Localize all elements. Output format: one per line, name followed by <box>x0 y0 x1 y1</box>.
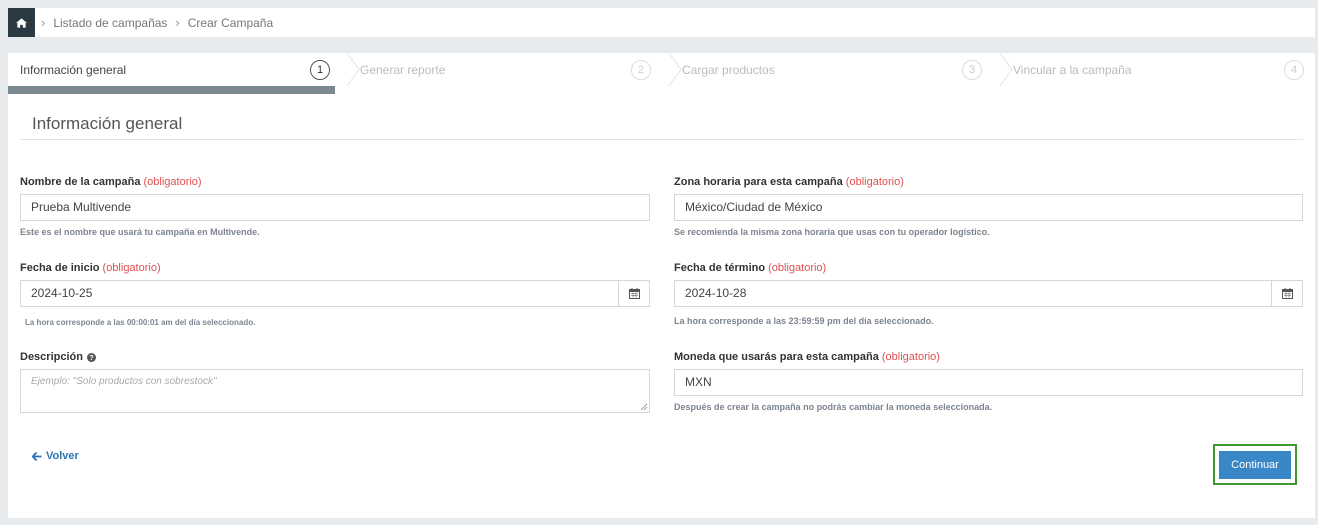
description-placeholder: Ejemplo: "Solo productos con sobrestock" <box>31 376 217 387</box>
breadcrumb: › Listado de campañas › Crear Campaña <box>8 8 1315 37</box>
step-number: 1 <box>310 60 330 80</box>
continue-button[interactable]: Continuar <box>1219 450 1291 479</box>
end-date-help: La hora corresponde a las 23:59:59 pm de… <box>674 316 934 326</box>
currency-label: Moneda que usarás para esta campaña (obl… <box>674 351 940 363</box>
step-label: Información general <box>20 62 127 77</box>
back-link[interactable]: Volver <box>32 450 79 462</box>
campaign-name-label-text: Nombre de la campaña <box>20 176 141 188</box>
resize-grip-icon[interactable] <box>640 403 648 411</box>
description-label-text: Descripción <box>20 351 83 363</box>
required-indicator: (obligatorio) <box>102 262 161 274</box>
continue-highlight: Continuar <box>1213 444 1297 485</box>
step-number: 3 <box>962 60 982 80</box>
step-number: 2 <box>631 60 651 80</box>
svg-text:?: ? <box>89 353 93 362</box>
description-label: Descripción ? <box>20 351 96 363</box>
currency-select[interactable]: MXN <box>674 369 1303 396</box>
currency-help: Después de crear la campaña no podrás ca… <box>674 402 993 412</box>
campaign-name-help: Este es el nombre que usará tu campaña e… <box>20 227 260 237</box>
divider <box>20 139 1303 140</box>
currency-label-text: Moneda que usarás para esta campaña <box>674 351 879 363</box>
arrow-left-icon <box>32 451 42 461</box>
form-panel: Información general Nombre de la campaña… <box>8 94 1315 518</box>
back-label: Volver <box>46 450 79 462</box>
calendar-icon <box>628 288 640 299</box>
campaign-name-input[interactable]: Prueba Multivende <box>20 194 650 221</box>
wizard-steps: Información general 1 Generar reporte 2 … <box>8 53 1315 86</box>
step-link-campaign[interactable]: Vincular a la campaña 4 <box>988 53 1315 86</box>
end-date-picker[interactable]: 2024-10-28 <box>674 280 1303 307</box>
timezone-select[interactable]: México/Ciudad de México <box>674 194 1303 221</box>
chevron-right-icon: › <box>41 15 46 30</box>
required-indicator: (obligatorio) <box>881 351 940 363</box>
breadcrumb-item-campaign-list[interactable]: Listado de campañas <box>53 16 167 30</box>
required-indicator: (obligatorio) <box>143 176 202 188</box>
chevron-right-icon: › <box>175 15 180 30</box>
end-date-label: Fecha de término (obligatorio) <box>674 262 826 274</box>
calendar-icon <box>1281 288 1293 299</box>
start-date-input[interactable]: 2024-10-25 <box>21 281 618 306</box>
timezone-label: Zona horaria para esta campaña (obligato… <box>674 176 904 188</box>
start-date-label: Fecha de inicio (obligatorio) <box>20 262 161 274</box>
start-date-help: La hora corresponde a las 00:00:01 am de… <box>25 318 256 327</box>
step-number: 4 <box>1284 60 1304 80</box>
breadcrumb-item-create-campaign: Crear Campaña <box>187 15 274 30</box>
description-textarea[interactable]: Ejemplo: "Solo productos con sobrestock" <box>20 369 650 413</box>
step-progress-fill <box>8 86 335 94</box>
start-date-picker[interactable]: 2024-10-25 <box>20 280 650 307</box>
step-upload-products[interactable]: Cargar productos 3 <box>657 53 1013 86</box>
required-indicator: (obligatorio) <box>768 262 827 274</box>
step-generate-report[interactable]: Generar reporte 2 <box>335 53 682 86</box>
required-indicator: (obligatorio) <box>845 176 904 188</box>
panel-title: Información general <box>32 114 183 133</box>
question-circle-icon[interactable]: ? <box>86 352 96 362</box>
start-date-label-text: Fecha de inicio <box>20 262 100 274</box>
timezone-help: Se recomienda la misma zona horaria que … <box>674 227 990 237</box>
campaign-name-label: Nombre de la campaña (obligatorio) <box>20 176 202 188</box>
end-date-input[interactable]: 2024-10-28 <box>675 281 1271 306</box>
timezone-label-text: Zona horaria para esta campaña <box>674 176 843 188</box>
home-icon <box>16 17 27 28</box>
step-general-info[interactable]: Información general 1 <box>8 53 360 86</box>
home-button[interactable] <box>8 8 35 37</box>
calendar-button[interactable] <box>1271 281 1302 306</box>
end-date-label-text: Fecha de término <box>674 262 766 274</box>
calendar-button[interactable] <box>618 281 649 306</box>
step-progress-bar <box>8 86 1315 94</box>
